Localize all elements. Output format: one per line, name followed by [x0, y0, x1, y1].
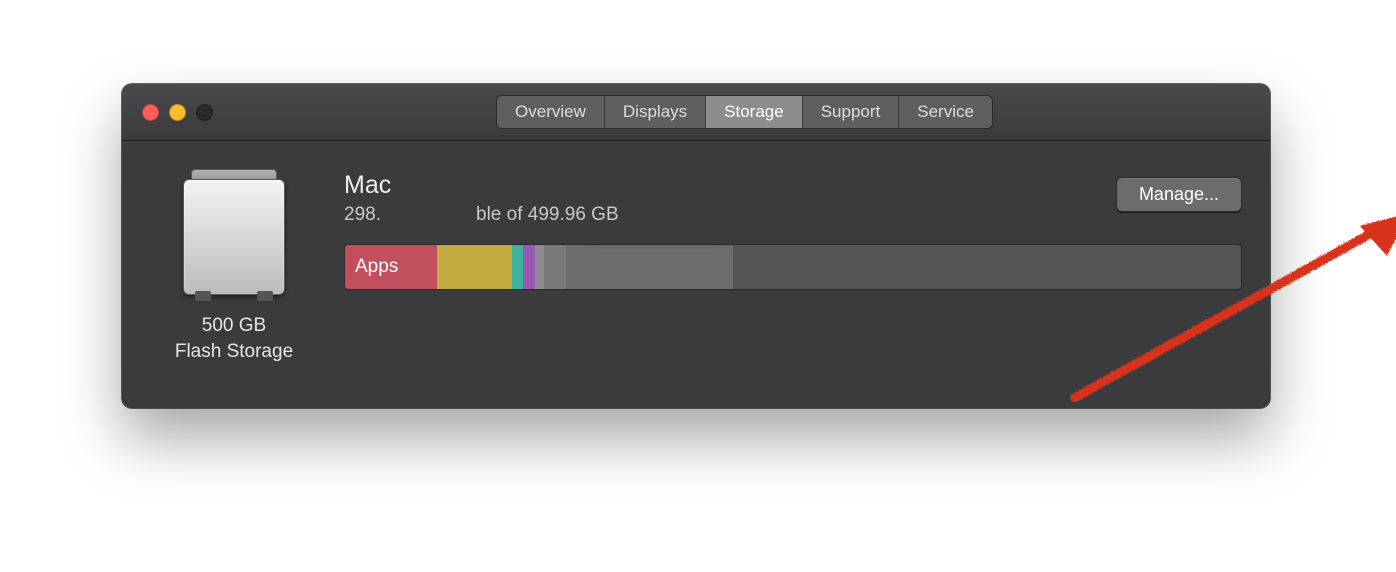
manage-button[interactable]: Manage... — [1116, 177, 1242, 212]
storage-bar[interactable]: Photos 40.69 GB Apps — [344, 244, 1242, 290]
drive-column: 500 GB Flash Storage — [150, 165, 318, 364]
tab-overview[interactable]: Overview — [497, 96, 605, 128]
traffic-lights — [142, 104, 213, 121]
zoom-button[interactable] — [196, 104, 213, 121]
volume-name: Mac — [344, 171, 1242, 200]
segment-gray2[interactable] — [544, 245, 566, 289]
drive-type-label: Flash Storage — [150, 339, 318, 365]
tab-storage[interactable]: Storage — [706, 96, 803, 128]
tab-bar: OverviewDisplaysStorageSupportService — [496, 95, 993, 129]
titlebar: OverviewDisplaysStorageSupportService — [122, 84, 1270, 141]
segment-gray3[interactable] — [566, 245, 734, 289]
segment-apps[interactable]: Apps — [345, 245, 437, 289]
tab-support[interactable]: Support — [803, 96, 900, 128]
storage-pane: 500 GB Flash Storage Manage... Mac 298. … — [122, 141, 1270, 392]
segment-gray1[interactable] — [535, 245, 544, 289]
volume-info: Manage... Mac 298. ble of 499.96 GB Phot… — [344, 165, 1242, 364]
available-text: 298. ble of 499.96 GB — [344, 204, 1242, 226]
tab-service[interactable]: Service — [899, 96, 992, 128]
segment-label: Apps — [355, 256, 398, 278]
about-this-mac-window: OverviewDisplaysStorageSupportService 50… — [122, 84, 1270, 408]
minimize-button[interactable] — [169, 104, 186, 121]
close-button[interactable] — [142, 104, 159, 121]
segment-photos[interactable] — [437, 245, 512, 289]
drive-icon — [173, 165, 295, 301]
segment-purple[interactable] — [523, 245, 536, 289]
tab-displays[interactable]: Displays — [605, 96, 706, 128]
segment-teal[interactable] — [512, 245, 523, 289]
annotation-arrow-icon — [1014, 207, 1396, 407]
drive-capacity-label: 500 GB — [150, 313, 318, 339]
